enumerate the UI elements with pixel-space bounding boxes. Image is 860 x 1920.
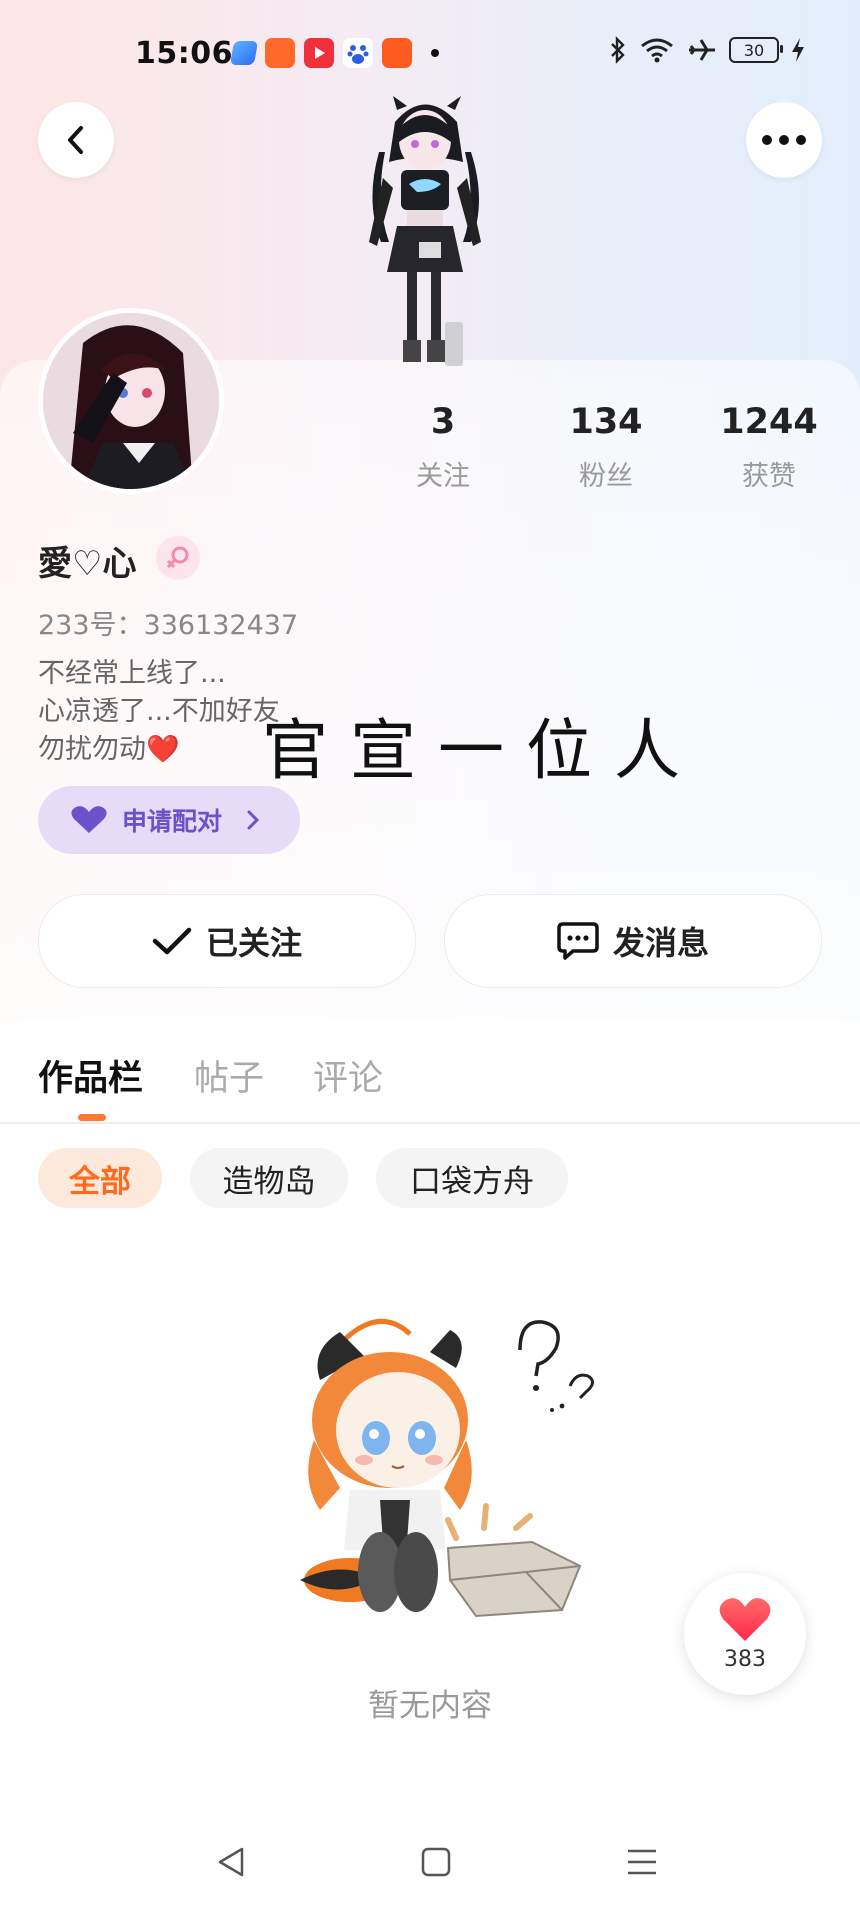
stat-likes[interactable]: 1244 获赞 [699,402,839,493]
apply-pair-button[interactable]: 申请配对 [38,786,300,854]
wifi-icon [641,38,673,63]
stat-followers[interactable]: 134 粉丝 [536,402,676,493]
tab-comments[interactable]: 评论 [313,1050,383,1101]
status-time: 15:06 [135,36,233,71]
following-button[interactable]: 已关注 [38,894,416,988]
battery-level: 30 [743,40,765,60]
more-notifications-dot-icon [431,49,439,57]
tab-divider [0,1122,860,1124]
video-app-icon [304,38,334,68]
battery-icon: 30 [729,37,783,63]
filter-all[interactable]: 全部 [38,1148,162,1208]
airplane-mode-icon [689,39,715,61]
bluetooth-icon [611,36,625,64]
nav-back-icon[interactable] [216,1846,246,1878]
user-name: 愛♡心 [38,544,137,584]
stat-label: 获赞 [742,461,796,492]
tab-posts[interactable]: 帖子 [194,1050,264,1101]
chat-bubble-icon [557,922,599,960]
app-notification-icon [382,38,412,68]
handwritten-overlay-text: 官宣一位人 [262,712,702,789]
female-icon [156,536,200,580]
filter-creation-island[interactable]: 造物岛 [190,1148,348,1208]
user-bio: 不经常上线了... 心凉透了...不加好友 勿扰勿动❤️ [38,655,280,769]
active-tab-indicator [78,1114,106,1121]
heart-icon [71,806,107,833]
avatar-character-figure [369,96,481,366]
bio-line: 勿扰勿动❤️ [38,734,180,765]
following-label: 已关注 [205,924,302,962]
stat-number: 134 [569,402,643,442]
apply-pair-label: 申请配对 [122,807,223,836]
chevron-right-icon [247,810,260,830]
system-icons: 30 [609,36,805,64]
charging-icon [792,38,804,62]
bio-line: 不经常上线了... [38,658,226,689]
empty-state-mascot-illustration [300,1319,594,1618]
status-bar: 15:06 30 [0,30,860,80]
stat-number: 3 [430,402,456,442]
send-message-button[interactable]: 发消息 [444,894,822,988]
user-avatar[interactable] [38,308,224,494]
chevron-left-icon [68,126,83,154]
notification-icons [229,38,439,68]
filter-pocket-ark[interactable]: 口袋方舟 [376,1148,568,1208]
more-button[interactable] [746,102,822,178]
app-notification-icon [265,38,295,68]
baidu-app-icon [343,38,373,68]
checkmark-icon [152,927,192,955]
stat-label: 关注 [416,461,470,492]
tab-works[interactable]: 作品栏 [38,1050,143,1101]
app-notification-icon [229,41,259,65]
nav-home-icon[interactable] [420,1846,452,1878]
nav-menu-icon[interactable] [626,1846,658,1878]
heart-icon [719,1597,771,1641]
stat-following[interactable]: 3 关注 [373,402,513,493]
system-navigation-bar [0,1830,860,1910]
back-button[interactable] [38,102,114,178]
avatar-image [43,313,219,489]
stat-number: 1244 [720,402,818,442]
stat-label: 粉丝 [579,461,633,492]
like-count: 383 [724,1646,766,1672]
more-dots-icon [762,135,806,145]
like-floating-button[interactable]: 383 [684,1573,806,1695]
bio-line: 心凉透了...不加好友 [38,696,280,727]
user-id: 233号：336132437 [38,610,299,641]
send-message-label: 发消息 [612,924,709,962]
